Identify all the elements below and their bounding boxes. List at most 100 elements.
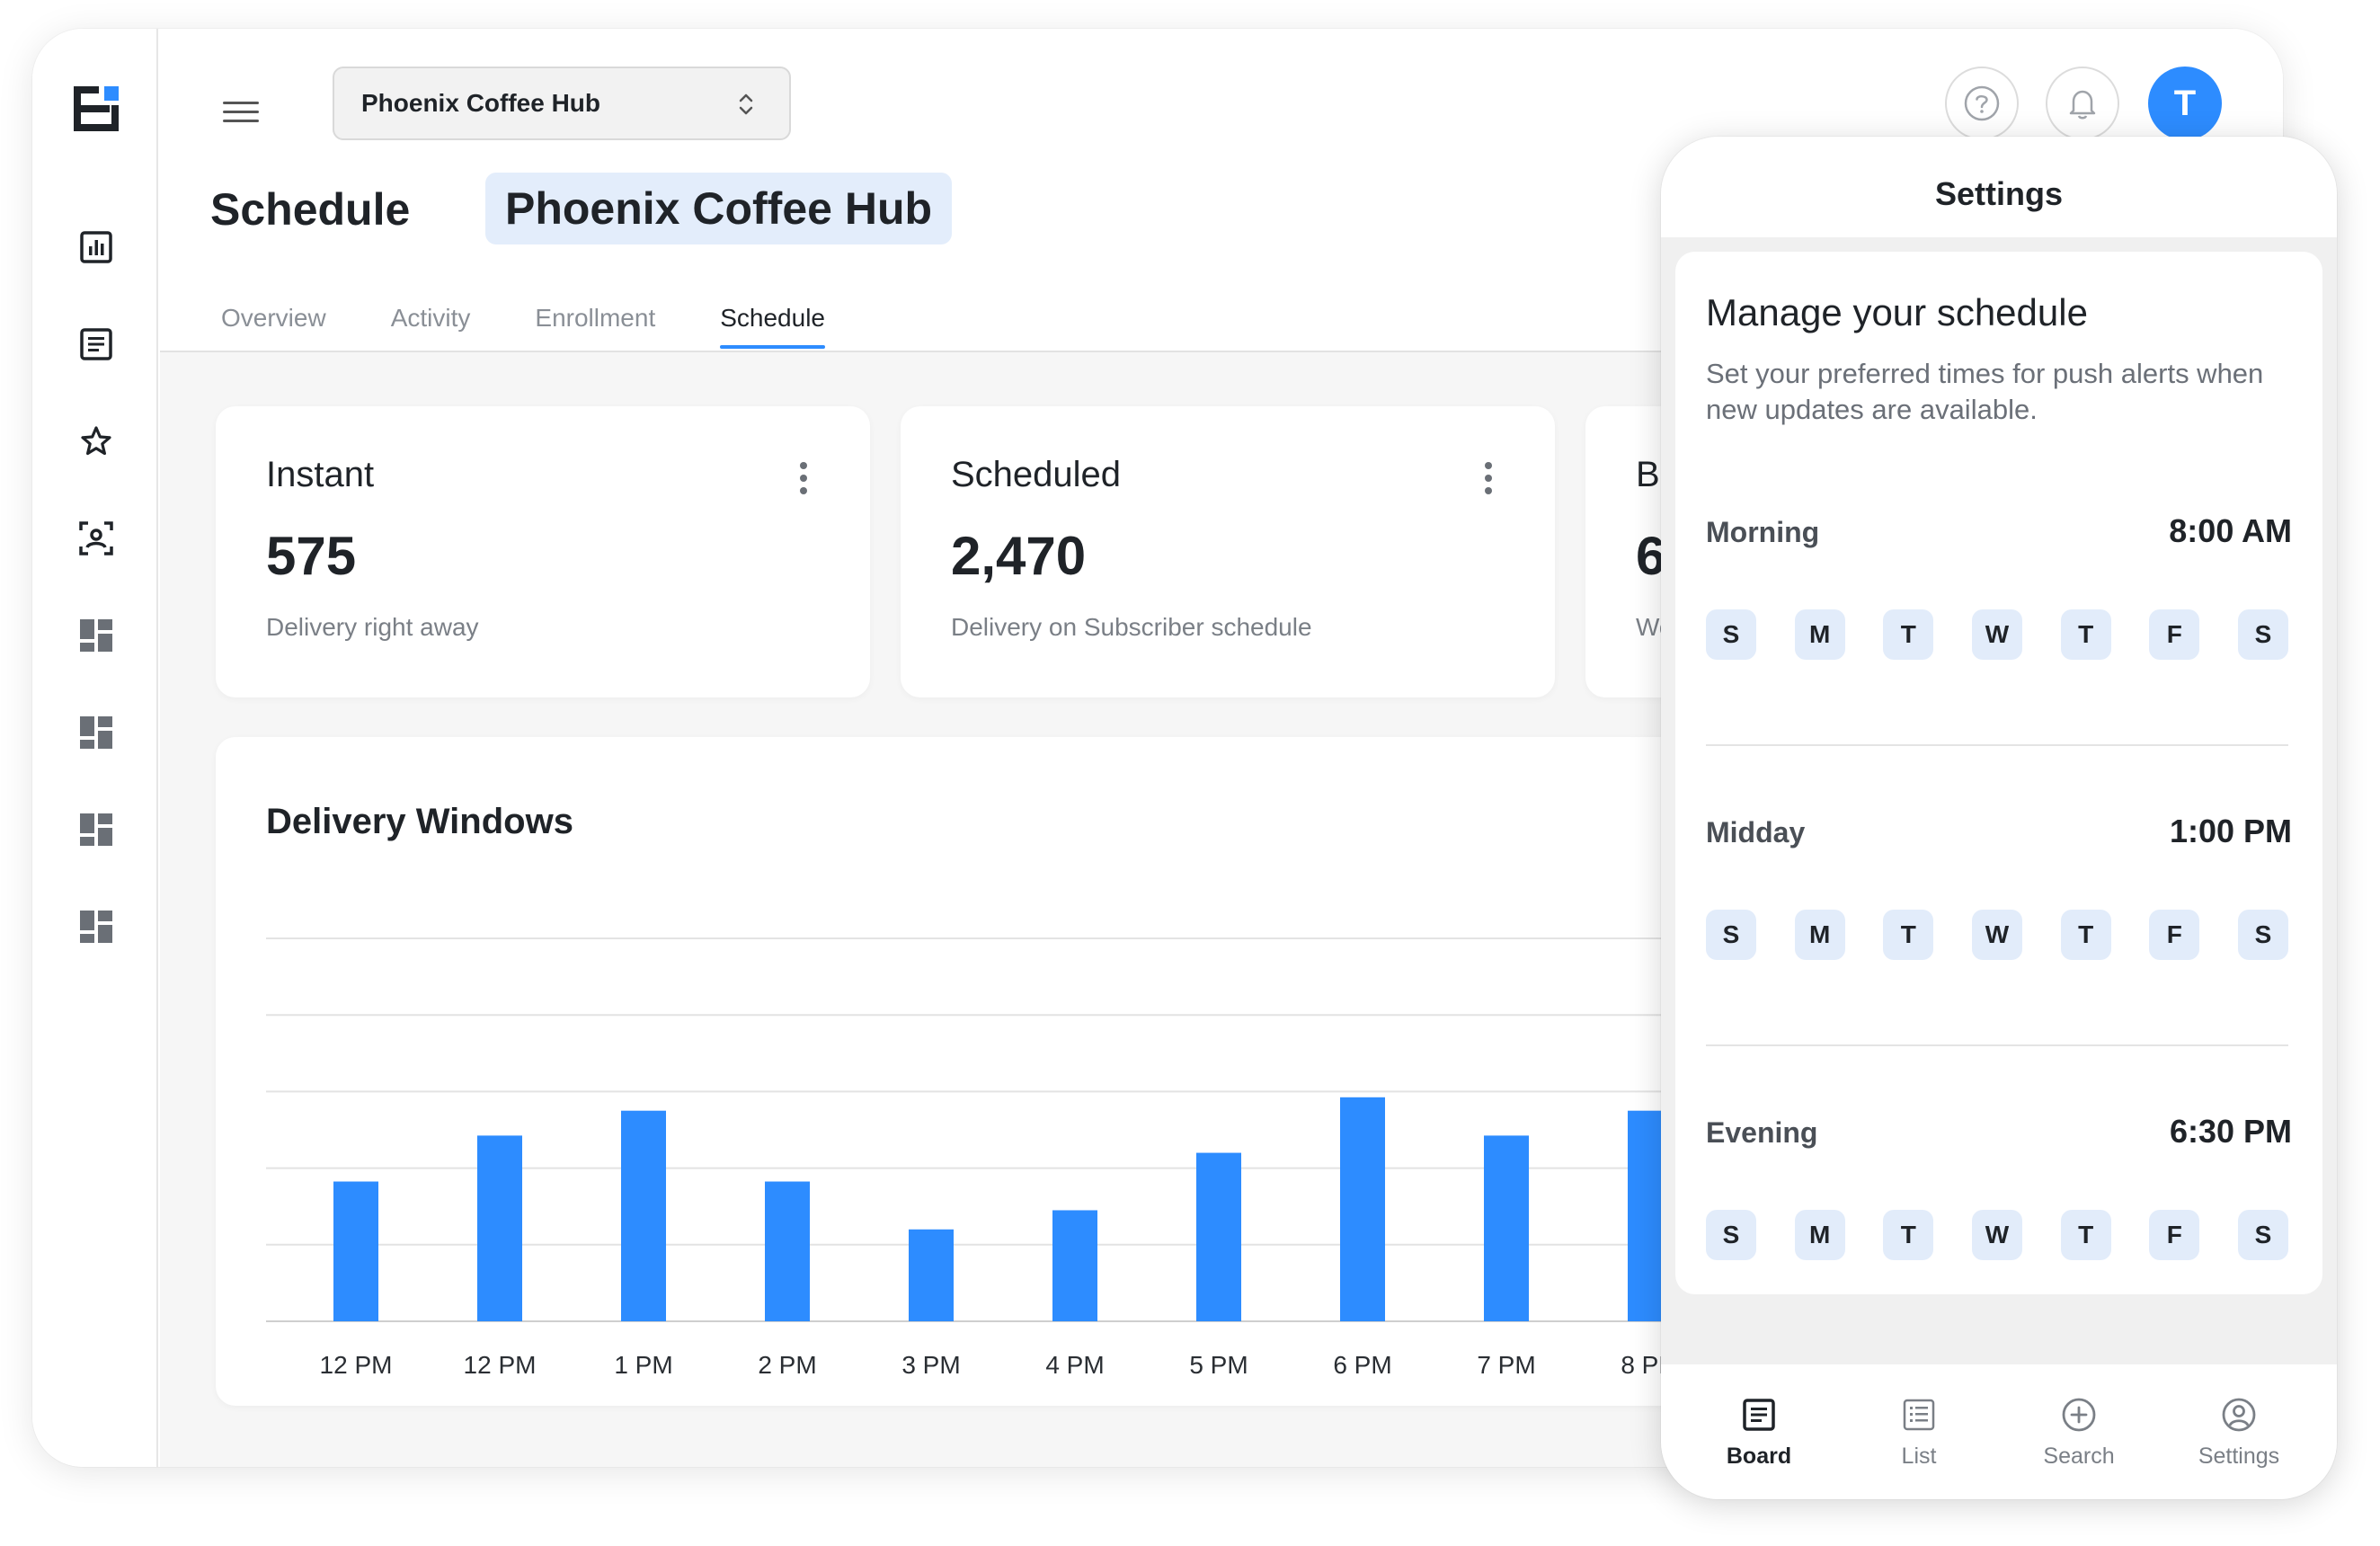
tab-bar: Overview Activity Enrollment Schedule <box>221 304 825 349</box>
day-picker-midday: S M T W T F S <box>1706 910 2288 960</box>
divider <box>1706 744 2288 746</box>
dashboard-chart-icon[interactable] <box>77 228 115 266</box>
bar[interactable] <box>1484 1135 1529 1321</box>
x-tick-label: 12 PM <box>320 1351 393 1379</box>
day-toggle[interactable]: F <box>2149 609 2200 660</box>
row-time-midday[interactable]: 1:00 PM <box>2170 813 2292 850</box>
nav-label: Search <box>2043 1444 2115 1469</box>
x-tick-label: 4 PM <box>1045 1351 1104 1379</box>
tab-enrollment[interactable]: Enrollment <box>535 304 655 347</box>
hamburger-menu-icon[interactable] <box>223 93 259 129</box>
stat-card-scheduled: Scheduled 2,470 Delivery on Subscriber s… <box>901 406 1555 697</box>
bottom-nav: Board List Search Settings <box>1661 1364 2337 1499</box>
day-toggle[interactable]: S <box>2237 910 2288 960</box>
bar[interactable] <box>1340 1097 1385 1321</box>
x-tick-label: 1 PM <box>614 1351 672 1379</box>
settings-header: Settings <box>1661 137 2337 237</box>
nav-search[interactable]: Search <box>2007 1364 2151 1499</box>
help-button[interactable] <box>1945 67 2019 140</box>
page-title: Schedule <box>210 184 411 235</box>
day-toggle[interactable]: F <box>2149 910 2200 960</box>
document-icon[interactable] <box>77 325 115 363</box>
day-toggle[interactable]: M <box>1794 1210 1845 1260</box>
bar[interactable] <box>1052 1210 1097 1321</box>
more-options-icon[interactable] <box>800 462 807 494</box>
day-toggle[interactable]: T <box>1883 609 1934 660</box>
tab-schedule[interactable]: Schedule <box>720 304 825 349</box>
row-label-evening: Evening <box>1706 1116 1818 1149</box>
nav-board[interactable]: Board <box>1687 1364 1831 1499</box>
day-toggle[interactable]: S <box>2237 1210 2288 1260</box>
x-tick-label: 5 PM <box>1189 1351 1248 1379</box>
day-toggle[interactable]: M <box>1794 910 1845 960</box>
avatar[interactable]: T <box>2148 67 2222 140</box>
row-label-midday: Midday <box>1706 816 1806 849</box>
bell-icon <box>2069 90 2096 120</box>
day-toggle[interactable]: T <box>2060 910 2111 960</box>
plus-circle-icon <box>2062 1398 2096 1432</box>
x-tick-label: 2 PM <box>758 1351 816 1379</box>
user-circle-icon <box>2222 1398 2256 1432</box>
day-toggle[interactable]: T <box>2060 1210 2111 1260</box>
nav-settings[interactable]: Settings <box>2167 1364 2311 1499</box>
user-scan-icon[interactable] <box>77 520 115 557</box>
day-toggle[interactable]: M <box>1794 609 1845 660</box>
nav-label: Board <box>1726 1444 1792 1469</box>
x-tick-label: 12 PM <box>464 1351 537 1379</box>
schedule-description: Set your preferred times for push alerts… <box>1706 358 2264 425</box>
x-tick-label: 6 PM <box>1333 1351 1391 1379</box>
widgets-icon[interactable] <box>77 714 115 751</box>
widgets-icon[interactable] <box>77 811 115 849</box>
workspace-selector[interactable]: Phoenix Coffee Hub <box>333 67 791 140</box>
tab-activity[interactable]: Activity <box>391 304 471 347</box>
sidebar <box>32 29 158 1467</box>
day-toggle[interactable]: W <box>1971 910 2022 960</box>
day-toggle[interactable]: S <box>2237 609 2288 660</box>
bar[interactable] <box>333 1181 378 1321</box>
day-toggle[interactable]: W <box>1971 609 2022 660</box>
app-logo[interactable] <box>74 86 119 131</box>
day-picker-evening: S M T W T F S <box>1706 1210 2288 1260</box>
widgets-icon[interactable] <box>77 617 115 654</box>
day-toggle[interactable]: T <box>1883 1210 1934 1260</box>
workspace-selector-value: Phoenix Coffee Hub <box>361 89 601 117</box>
row-time-evening[interactable]: 6:30 PM <box>2170 1113 2292 1151</box>
day-toggle[interactable]: S <box>1706 609 1756 660</box>
settings-panel: Settings Manage your schedule Set your p… <box>1661 137 2337 1499</box>
bar[interactable] <box>477 1135 522 1321</box>
board-icon <box>1743 1399 1775 1431</box>
day-toggle[interactable]: S <box>1706 1210 1756 1260</box>
row-time-morning[interactable]: 8:00 AM <box>2169 512 2292 550</box>
x-tick-label: 7 PM <box>1477 1351 1535 1379</box>
stat-card-instant: Instant 575 Delivery right away <box>216 406 870 697</box>
day-toggle[interactable]: F <box>2149 1210 2200 1260</box>
stat-subtitle: Delivery on Subscriber schedule <box>951 613 1312 641</box>
widgets-icon[interactable] <box>77 908 115 946</box>
day-toggle[interactable]: S <box>1706 910 1756 960</box>
notifications-button[interactable] <box>2046 67 2119 140</box>
bar[interactable] <box>909 1229 954 1321</box>
stat-value: 575 <box>266 526 357 586</box>
day-toggle[interactable]: W <box>1971 1210 2022 1260</box>
stat-title: Scheduled <box>951 455 1122 494</box>
tab-overview[interactable]: Overview <box>221 304 326 347</box>
nav-list[interactable]: List <box>1847 1364 1991 1499</box>
stat-value: 2,470 <box>951 526 1087 586</box>
list-icon <box>1903 1399 1935 1431</box>
day-picker-morning: S M T W T F S <box>1706 609 2288 660</box>
star-icon[interactable] <box>77 422 115 460</box>
day-toggle[interactable]: T <box>2060 609 2111 660</box>
help-icon <box>1964 85 2000 121</box>
day-toggle[interactable]: T <box>1883 910 1934 960</box>
stat-subtitle: Delivery right away <box>266 613 479 641</box>
bar[interactable] <box>765 1181 810 1321</box>
nav-label: Settings <box>2198 1444 2280 1469</box>
schedule-card: Manage your schedule Set your preferred … <box>1675 252 2322 1294</box>
nav-label: List <box>1901 1444 1937 1469</box>
more-options-icon[interactable] <box>1485 462 1492 494</box>
bar[interactable] <box>621 1110 666 1321</box>
bar[interactable] <box>1196 1152 1241 1321</box>
schedule-title: Manage your schedule <box>1706 291 2088 333</box>
x-tick-label: 3 PM <box>901 1351 960 1379</box>
title-chip: Phoenix Coffee Hub <box>485 173 953 244</box>
